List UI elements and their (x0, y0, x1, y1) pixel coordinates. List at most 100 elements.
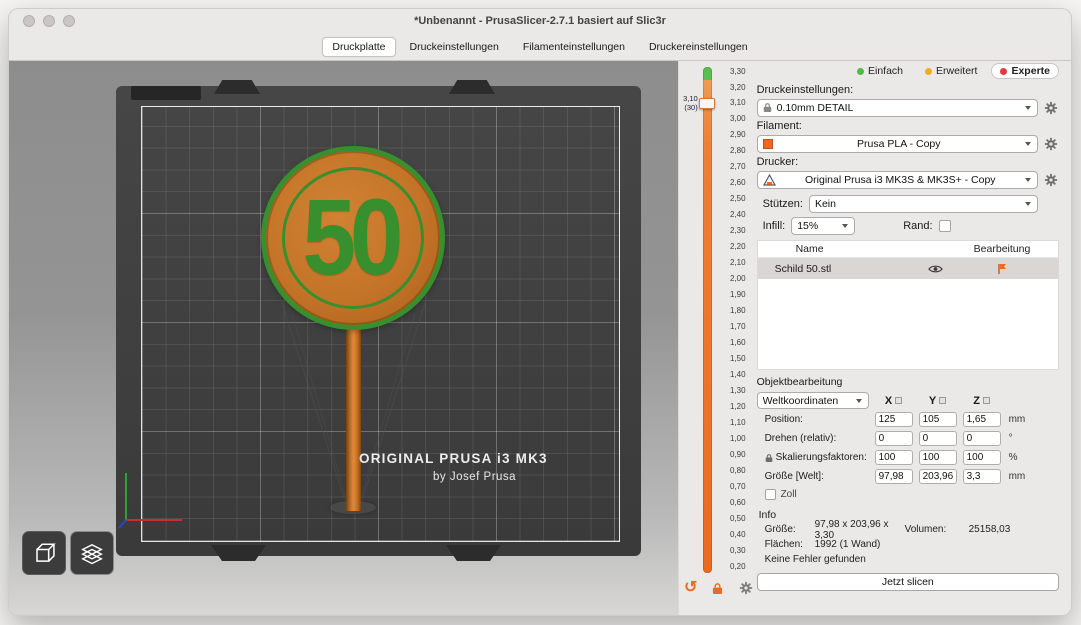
layer-slider-column: 3,10 (30) 3,303,203,103,002,902,802,702,… (678, 61, 750, 616)
tick-label: 1,10 (730, 418, 746, 427)
size-unit: mm (1009, 471, 1026, 482)
tick-label: 2,10 (730, 258, 746, 267)
tick-label: 1,50 (730, 354, 746, 363)
supports-combobox[interactable]: Kein (809, 195, 1038, 213)
tick-label: 1,00 (730, 434, 746, 443)
print-settings-label: Druckeinstellungen: (757, 84, 1059, 97)
tick-label: 1,90 (730, 290, 746, 299)
printer-gear-icon[interactable] (1042, 171, 1059, 188)
rotate-x-input[interactable] (875, 431, 913, 446)
filament-label: Filament: (757, 120, 1059, 133)
column-header-edit: Bearbeitung (946, 243, 1058, 255)
tick-label: 2,70 (730, 162, 746, 171)
tab-druckeinstellungen[interactable]: Druckeinstellungen (400, 37, 509, 57)
axis-lock-icon[interactable] (939, 397, 946, 404)
sign-number: 50 (303, 176, 404, 299)
tab-filamenteinstellungen[interactable]: Filamenteinstellungen (513, 37, 635, 57)
position-y-input[interactable] (919, 412, 957, 427)
info-errors-line: Keine Fehler gefunden (757, 552, 1059, 567)
app-window: *Unbenannt - PrusaSlicer-2.7.1 basiert a… (8, 8, 1072, 616)
tick-label: 3,30 (730, 67, 746, 76)
object-list-row[interactable]: Schild 50.stl (758, 258, 1058, 279)
size-z-input[interactable] (963, 469, 1001, 484)
inch-row: Zoll (757, 488, 1059, 501)
bed-clip (211, 545, 266, 561)
uniform-scale-lock-icon (765, 453, 773, 463)
undo-icon[interactable]: ↺ (683, 580, 699, 596)
tick-label: 1,80 (730, 306, 746, 315)
print-settings-row: 0.10mm DETAIL (757, 98, 1059, 117)
print-settings-combobox[interactable]: 0.10mm DETAIL (757, 99, 1038, 117)
layer-slider-track[interactable] (703, 67, 712, 573)
edit-marker-icon[interactable] (946, 263, 1058, 275)
infill-value: 15% (797, 220, 818, 232)
coordinate-system-combobox[interactable]: Weltkoordinaten (757, 392, 869, 409)
bed-corner-plate (131, 86, 201, 100)
model-sign-pole[interactable] (346, 311, 361, 511)
layer-slider-handle[interactable] (699, 98, 715, 109)
printer-value: Original Prusa i3 MK3S & MK3S+ - Copy (781, 174, 1020, 186)
tick-label: 1,30 (730, 386, 746, 395)
inch-checkbox[interactable] (765, 489, 776, 500)
mode-erweitert[interactable]: Erweitert (917, 64, 985, 78)
mode-switcher: Einfach Erweitert Experte (757, 63, 1059, 79)
tab-bar: Druckplatte Druckeinstellungen Filamente… (9, 33, 1071, 61)
size-y-input[interactable] (919, 469, 957, 484)
mode-einfach[interactable]: Einfach (849, 64, 911, 78)
position-x-input[interactable] (875, 412, 913, 427)
filament-gear-icon[interactable] (1042, 135, 1059, 152)
infill-combobox[interactable]: 15% (791, 217, 855, 235)
size-x-input[interactable] (875, 469, 913, 484)
scale-x-input[interactable] (875, 450, 913, 465)
tick-label: 2,90 (730, 130, 746, 139)
3d-viewport[interactable]: 50 ORIGINAL PRUSA i3 MK3 by Josef Prusa (9, 61, 678, 616)
info-facets-line: Flächen: 1992 (1 Wand) (757, 537, 1059, 552)
rotate-y-input[interactable] (919, 431, 957, 446)
slice-now-button[interactable]: Jetzt slicen (757, 573, 1059, 591)
scale-y-input[interactable] (919, 450, 957, 465)
tab-druckplatte[interactable]: Druckplatte (322, 37, 395, 57)
tick-label: 3,00 (730, 114, 746, 123)
printer-combobox[interactable]: Original Prusa i3 MK3S & MK3S+ - Copy (757, 171, 1038, 189)
printer-label: Drucker: (757, 156, 1059, 169)
bed-clip (449, 80, 495, 94)
printer-icon (763, 174, 776, 186)
info-facets-label: Flächen: (765, 539, 815, 550)
preview-view-button[interactable] (70, 531, 114, 575)
tick-label: 0,20 (730, 562, 746, 571)
tick-label: 2,80 (730, 146, 746, 155)
position-row: Position: mm (757, 410, 1059, 429)
mode-dot-red (1000, 68, 1007, 75)
slider-lock-icon[interactable] (710, 580, 726, 596)
slider-settings-gear-icon[interactable] (738, 580, 754, 596)
model-sign-circle[interactable]: 50 (261, 146, 445, 330)
chevron-down-icon (842, 224, 848, 228)
scale-row: Skalierungsfaktoren: % (757, 448, 1059, 467)
tick-label: 2,00 (730, 274, 746, 283)
mode-experte[interactable]: Experte (991, 63, 1059, 79)
info-errors: Keine Fehler gefunden (765, 554, 866, 565)
eye-icon[interactable] (924, 264, 946, 274)
print-settings-value: 0.10mm DETAIL (777, 102, 854, 114)
tick-label: 2,50 (730, 194, 746, 203)
tab-druckereinstellungen[interactable]: Druckereinstellungen (639, 37, 758, 57)
editor-view-button[interactable] (22, 531, 66, 575)
rotate-z-input[interactable] (963, 431, 1001, 446)
settings-sidebar: Einfach Erweitert Experte Druckeinstellu… (750, 61, 1071, 616)
tick-label: 1,70 (730, 322, 746, 331)
axis-lock-icon[interactable] (895, 397, 902, 404)
bed-clip (446, 545, 501, 561)
title-bar: *Unbenannt - PrusaSlicer-2.7.1 basiert a… (9, 9, 1071, 33)
info-title: Info (757, 508, 1059, 522)
brim-checkbox[interactable] (939, 220, 951, 232)
print-settings-gear-icon[interactable] (1042, 99, 1059, 116)
window-title: *Unbenannt - PrusaSlicer-2.7.1 basiert a… (9, 15, 1071, 27)
object-list: Name Bearbeitung Schild 50.stl (757, 240, 1059, 370)
scale-z-input[interactable] (963, 450, 1001, 465)
position-z-input[interactable] (963, 412, 1001, 427)
tick-label: 0,40 (730, 530, 746, 539)
filament-combobox[interactable]: Prusa PLA - Copy (757, 135, 1038, 153)
tick-label: 0,90 (730, 450, 746, 459)
tick-label: 2,20 (730, 242, 746, 251)
axis-lock-icon[interactable] (983, 397, 990, 404)
